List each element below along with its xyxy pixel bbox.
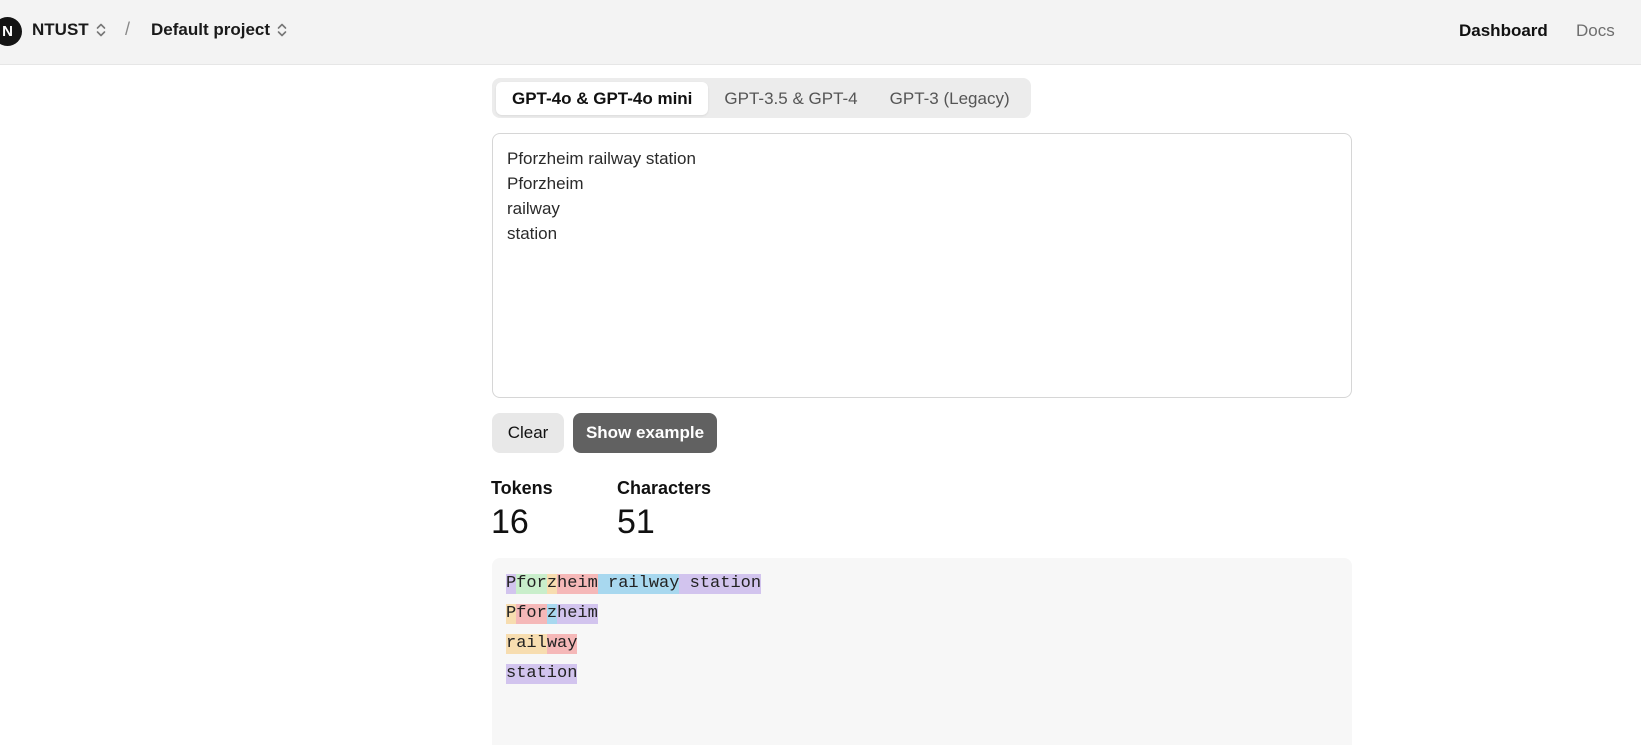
text-input[interactable] [492,133,1352,398]
project-switcher[interactable]: Default project [151,20,288,40]
token-line: Pforzheim [506,604,1338,624]
token: P [506,574,517,594]
token: heim [557,604,598,624]
token-line: station [506,664,1338,684]
token: z [546,604,558,624]
org-name: NTUST [32,20,89,39]
project-name: Default project [151,20,271,39]
show-example-button[interactable]: Show example [573,413,717,453]
tab-gpt-3-5-gpt-4[interactable]: GPT-3.5 & GPT-4 [708,82,873,115]
tab-gpt-3-legacy[interactable]: GPT-3 (Legacy) [874,82,1026,115]
breadcrumb-separator: / [125,19,131,39]
token-visualization: Pforzheim railway station Pforzheim railwa… [492,558,1352,745]
chevron-up-down-icon [96,23,105,37]
token: for [516,574,547,594]
token: way [546,634,578,654]
token: rail [506,634,547,654]
org-switcher[interactable]: NTUST [32,20,107,40]
nav-docs-link[interactable]: Docs [1576,21,1615,41]
tab-gpt-4o[interactable]: GPT-4o & GPT-4o mini [496,81,709,115]
token: z [546,574,558,594]
model-tabs: GPT-4o & GPT-4o mini GPT-3.5 & GPT-4 GPT… [492,78,1031,118]
top-bar: N NTUST / Default project Dashboard Docs [0,0,1641,65]
token: P [506,604,517,624]
token: heim [557,574,598,594]
nav-dashboard-link[interactable]: Dashboard [1459,21,1548,41]
chevron-up-down-icon [277,23,287,37]
token-line: railway [506,634,1338,654]
tokens-label: Tokens [491,478,553,498]
characters-label: Characters [617,478,712,498]
token: railway [597,574,680,594]
token: station [506,664,578,684]
token-line: Pforzheim railway station [506,574,1338,594]
tokens-stat: Tokens 16 [491,478,553,542]
clear-button[interactable]: Clear [492,413,564,453]
characters-count: 51 [617,503,655,541]
token: for [516,604,547,624]
org-avatar[interactable]: N [0,17,22,46]
characters-stat: Characters 51 [617,478,711,542]
token: station [679,574,762,594]
tokens-count: 16 [491,503,529,541]
